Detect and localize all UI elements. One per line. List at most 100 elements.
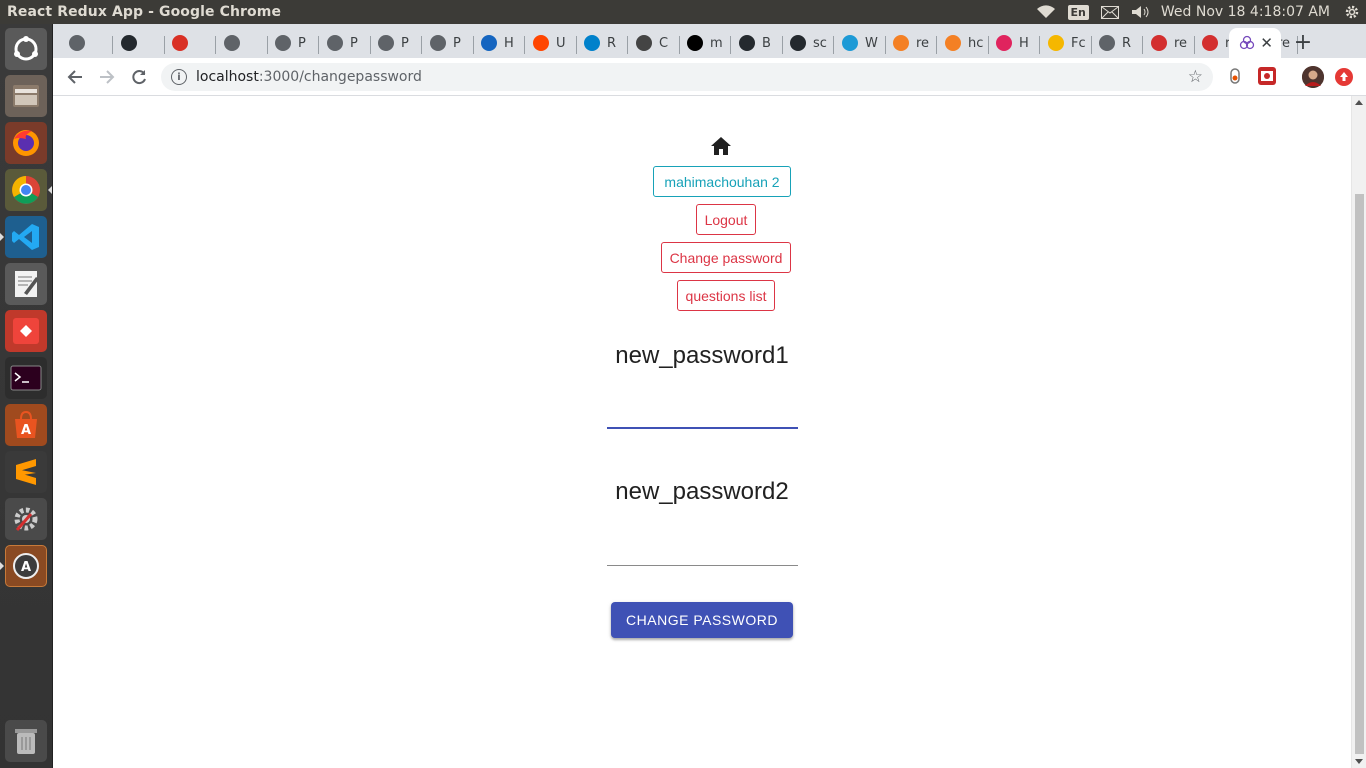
tab-15[interactable]: W [832,28,884,58]
docker-icon [842,35,858,51]
tab-19[interactable]: Fc [1038,28,1090,58]
back-arrow-icon[interactable] [59,61,91,93]
redux-icon [1239,35,1255,51]
new-password1-input[interactable] [607,393,798,427]
tab-2[interactable] [162,28,214,58]
tab-0[interactable] [59,28,111,58]
software-updater-icon[interactable]: A [5,545,47,587]
mail-icon[interactable] [1095,0,1125,24]
tab-18[interactable]: H [986,28,1038,58]
tab-6[interactable]: P [368,28,420,58]
gmail-icon [172,35,188,51]
tab-3[interactable] [214,28,266,58]
tab-label: R [607,35,617,51]
github-icon [790,35,806,51]
tab-label: H [504,35,514,51]
close-tab-icon[interactable]: ✕ [1260,34,1273,52]
tab-label: Fc [1071,35,1086,51]
globe-icon [327,35,343,51]
tab-label: sc [813,35,827,51]
url-host: localhost [196,69,259,85]
globe-icon [275,35,291,51]
change-password-submit-button[interactable]: CHANGE PASSWORD [611,602,793,638]
tab-14[interactable]: sc [780,28,832,58]
username-button[interactable]: mahimachouhan 2 [653,166,791,197]
monitor-icon [481,35,497,51]
volume-icon[interactable] [1125,0,1157,24]
forward-arrow-icon[interactable] [91,61,123,93]
sublime-text-icon[interactable] [5,451,47,493]
scroll-up-arrow-icon[interactable] [1355,100,1363,105]
tab-16[interactable]: re [883,28,935,58]
url-path: :3000/changepassword [258,69,422,85]
globe-icon [430,35,446,51]
tab-active-react-redux-app[interactable]: ✕ [1229,28,1281,58]
tab-10[interactable]: R [574,28,626,58]
top-panel: React Redux App - Google Chrome En Wed N… [0,0,1366,24]
logout-button[interactable]: Logout [696,204,756,235]
github-icon [739,35,755,51]
page-scrollbar[interactable] [1351,96,1366,768]
bookmark-star-icon[interactable]: ☆ [1188,67,1203,87]
update-available-icon[interactable] [1335,68,1353,86]
site-info-icon[interactable]: i [171,69,187,85]
tab-8[interactable]: H [471,28,523,58]
codesandbox-icon [636,35,652,51]
linux-icon [1048,35,1064,51]
scroll-down-arrow-icon[interactable] [1355,759,1363,764]
tab-12[interactable]: m [677,28,729,58]
globe-icon [69,35,85,51]
scrollbar-thumb[interactable] [1355,194,1364,754]
tab-13[interactable]: B [729,28,781,58]
anydesk-icon[interactable] [5,310,47,352]
trash-icon[interactable] [5,720,47,762]
clock[interactable]: Wed Nov 18 4:18:07 AM [1157,0,1338,24]
new-tab-button[interactable]: + [1289,28,1317,56]
change-password-nav-button[interactable]: Change password [661,242,791,273]
firefox-icon[interactable] [5,122,47,164]
new-password2-input[interactable] [607,529,798,563]
svg-text:A: A [21,423,31,438]
launcher: A A [0,24,53,768]
system-indicators: En Wed Nov 18 4:18:07 AM [1030,0,1366,24]
files-icon[interactable] [5,75,47,117]
vscode-icon[interactable] [5,216,47,258]
stackoverflow-icon [945,35,961,51]
software-center-icon[interactable]: A [5,404,47,446]
chrome-icon[interactable] [5,169,47,211]
github-icon [121,35,137,51]
tab-21[interactable]: re [1141,28,1193,58]
profile-avatar[interactable] [1302,66,1324,88]
tab-7[interactable]: P [420,28,472,58]
tab-5[interactable]: P [317,28,369,58]
wifi-icon[interactable] [1030,0,1062,24]
extension-icon-2[interactable] [1258,67,1276,85]
stackoverflow-icon [893,35,909,51]
address-bar[interactable]: i localhost:3000/changepassword ☆ [161,63,1213,91]
tab-4[interactable]: P [265,28,317,58]
questions-list-button[interactable]: questions list [677,280,775,311]
tab-9[interactable]: U [523,28,575,58]
vscode-running-indicator [0,233,4,241]
bookmark-icon [1202,35,1218,51]
chrome-running-indicator [48,186,52,194]
terminal-icon[interactable] [5,357,47,399]
text-editor-icon[interactable] [5,263,47,305]
tab-17[interactable]: hc [935,28,987,58]
tab-11[interactable]: C [626,28,678,58]
tab-1[interactable] [111,28,163,58]
reload-icon[interactable] [123,61,155,93]
window-title: React Redux App - Google Chrome [7,4,282,20]
dash-icon[interactable] [5,28,47,70]
system-settings-icon[interactable] [5,498,47,540]
settings-gear-icon[interactable] [1338,0,1366,24]
keyboard-layout-indicator[interactable]: En [1062,0,1095,24]
tab-label: re [1174,35,1188,51]
svg-text:A: A [21,560,31,575]
home-icon[interactable] [710,136,732,156]
extension-icon-1[interactable] [1226,67,1244,85]
tab-label: H [1019,35,1029,51]
tab-20[interactable]: R [1089,28,1141,58]
mui-icon [584,35,600,51]
globe-icon [378,35,394,51]
